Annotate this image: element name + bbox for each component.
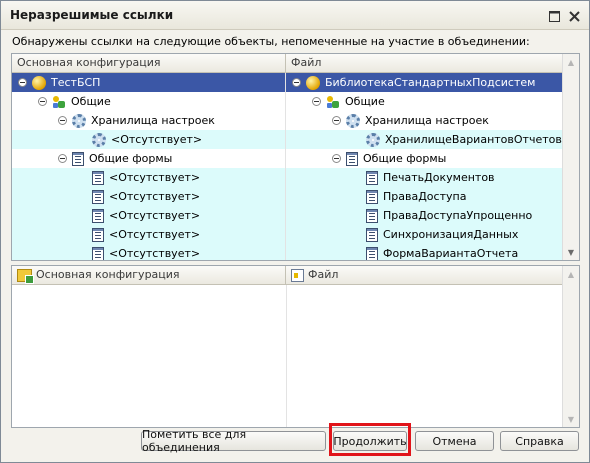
info-message: Обнаружены ссылки на следующие объекты, … <box>12 35 530 48</box>
configuration-icon <box>306 75 320 90</box>
common-objects-icon <box>52 95 66 109</box>
settings-storage-icon <box>346 113 360 128</box>
tree-label: Общие <box>345 95 385 108</box>
main-config-icon <box>17 268 34 284</box>
scroll-down-icon[interactable]: ▼ <box>564 412 578 426</box>
tree-label: ПечатьДокументов <box>383 171 495 184</box>
unresolved-links-tree[interactable]: Основная конфигурация Файл ТестБСП Библи… <box>11 53 580 261</box>
collapse-icon[interactable] <box>58 116 67 125</box>
column-main-config-label: Основная конфигурация <box>36 268 180 281</box>
details-scrollbar[interactable]: ▲ ▼ <box>562 266 579 427</box>
settings-storage-icon <box>92 132 106 147</box>
maximize-icon[interactable] <box>545 7 563 25</box>
tree-label: <Отсутствует> <box>109 171 201 184</box>
details-header: Основная конфигурация Файл <box>12 266 563 285</box>
tree-label: СинхронизацияДанных <box>383 228 519 241</box>
tree-label: ПраваДоступаУпрощенно <box>383 209 533 222</box>
tree-row[interactable]: ТестБСП БиблиотекаСтандартныхПодсистем <box>12 73 563 92</box>
tree-label: <Отсутствует> <box>109 209 201 222</box>
tree-row[interactable]: Общие Общие <box>12 92 563 111</box>
tree-label: ПраваДоступа <box>383 190 467 203</box>
tree-label: <Отсутствует> <box>109 190 201 203</box>
column-file[interactable]: Файл <box>286 266 563 284</box>
collapse-icon[interactable] <box>332 116 341 125</box>
settings-storage-icon <box>366 132 380 147</box>
tree-row[interactable]: <Отсутствует> ХранилищеВариантовОтчетов <box>12 130 563 149</box>
tree-row[interactable]: Хранилища настроек Хранилища настроек <box>12 111 563 130</box>
tree-label: Хранилища настроек <box>365 114 489 127</box>
tree-row[interactable]: <Отсутствует> ФормаВариантаОтчета <box>12 244 563 260</box>
common-form-icon <box>92 246 104 260</box>
details-pane[interactable]: Основная конфигурация Файл ▲ ▼ <box>11 265 580 428</box>
scroll-down-icon[interactable]: ▼ <box>564 245 578 259</box>
tree-row[interactable]: <Отсутствует> ПраваДоступаУпрощенно <box>12 206 563 225</box>
tree-label: <Отсутствует> <box>109 247 201 260</box>
tree-label: БиблиотекаСтандартныхПодсистем <box>325 76 536 89</box>
configuration-icon <box>32 75 46 90</box>
tree-row[interactable]: Общие формы Общие формы <box>12 149 563 168</box>
dialog-window: Неразрешимые ссылки Обнаружены ссылки на… <box>0 0 590 463</box>
tree-label: Хранилища настроек <box>91 114 215 127</box>
common-form-icon <box>366 208 378 223</box>
tree-label: ФормаВариантаОтчета <box>383 247 519 260</box>
tree-row[interactable]: <Отсутствует> ПечатьДокументов <box>12 168 563 187</box>
tree-row[interactable]: <Отсутствует> ПраваДоступа <box>12 187 563 206</box>
file-icon <box>291 268 304 282</box>
tree-label: <Отсутствует> <box>111 133 203 146</box>
common-form-icon <box>366 227 378 242</box>
mark-all-button[interactable]: Пометить все для объединения <box>141 428 326 454</box>
dialog-title: Неразрешимые ссылки <box>10 8 174 22</box>
common-form-icon <box>92 208 104 223</box>
settings-storage-icon <box>72 113 86 128</box>
common-form-icon <box>366 170 378 185</box>
tree-label: <Отсутствует> <box>109 228 201 241</box>
common-form-icon <box>92 170 104 185</box>
common-form-icon <box>72 151 84 166</box>
help-button[interactable]: Справка <box>500 431 579 451</box>
scroll-up-icon[interactable]: ▲ <box>564 55 578 69</box>
common-objects-icon <box>326 95 340 109</box>
collapse-icon[interactable] <box>292 78 301 87</box>
column-divider <box>286 285 287 427</box>
column-file-label: Файл <box>308 268 339 281</box>
tree-rows: ТестБСП БиблиотекаСтандартныхПодсистем О… <box>12 73 563 260</box>
collapse-icon[interactable] <box>38 97 47 106</box>
tree-row[interactable]: <Отсутствует> СинхронизацияДанных <box>12 225 563 244</box>
tree-label: ХранилищеВариантовОтчетов <box>385 133 562 146</box>
tree-label: ТестБСП <box>51 76 101 89</box>
tree-label: Общие формы <box>89 152 173 165</box>
tree-label: Общие <box>71 95 111 108</box>
common-form-icon <box>346 151 358 166</box>
scroll-up-icon[interactable]: ▲ <box>564 267 578 281</box>
common-form-icon <box>92 189 104 204</box>
tree-scrollbar[interactable]: ▲ ▼ <box>562 54 579 260</box>
close-icon[interactable] <box>565 7 583 25</box>
common-form-icon <box>366 189 378 204</box>
tree-label: Общие формы <box>363 152 447 165</box>
tree-header: Основная конфигурация Файл <box>12 54 563 73</box>
column-main-config[interactable]: Основная конфигурация <box>12 266 286 284</box>
common-form-icon <box>366 246 378 260</box>
collapse-icon[interactable] <box>18 78 27 87</box>
collapse-icon[interactable] <box>332 154 341 163</box>
column-file[interactable]: Файл <box>286 54 563 72</box>
title-bar: Неразрешимые ссылки <box>1 1 589 30</box>
collapse-icon[interactable] <box>58 154 67 163</box>
collapse-icon[interactable] <box>312 97 321 106</box>
common-form-icon <box>92 227 104 242</box>
continue-callout <box>329 423 411 456</box>
column-main-config[interactable]: Основная конфигурация <box>12 54 286 72</box>
cancel-button[interactable]: Отмена <box>415 431 494 451</box>
